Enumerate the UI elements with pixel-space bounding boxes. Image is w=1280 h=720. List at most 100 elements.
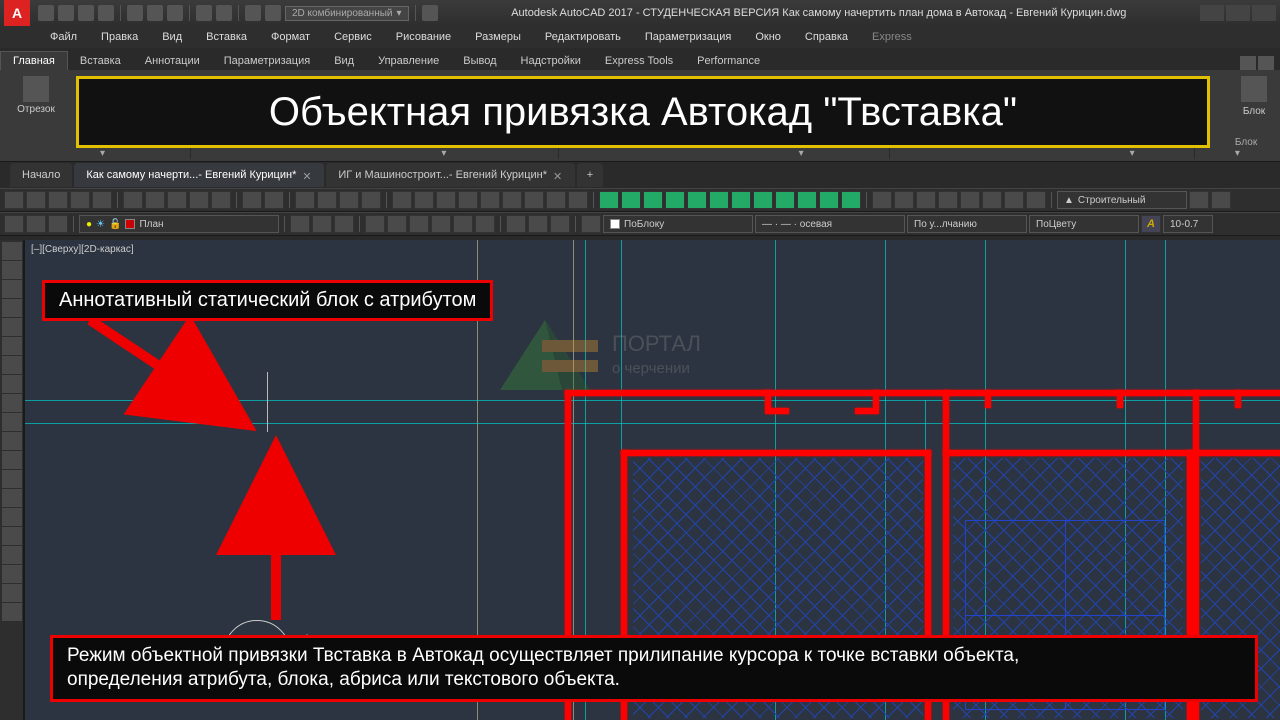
tool-icon[interactable] bbox=[546, 191, 566, 209]
doc-tab-new[interactable]: + bbox=[577, 163, 603, 187]
layer-icon[interactable] bbox=[26, 215, 46, 233]
menu-modify[interactable]: Редактировать bbox=[535, 29, 631, 45]
draw-hatch-icon[interactable] bbox=[2, 508, 22, 526]
draw-line-icon[interactable] bbox=[2, 242, 22, 260]
tool-icon[interactable] bbox=[1004, 191, 1024, 209]
tool-icon[interactable] bbox=[189, 191, 209, 209]
scale-combo[interactable]: 10-0.7 bbox=[1163, 215, 1213, 233]
workspace-dropdown[interactable]: 2D комбинированный▾ bbox=[285, 6, 409, 21]
qat-preview-icon[interactable] bbox=[216, 5, 232, 21]
line-button[interactable] bbox=[23, 76, 49, 102]
ribbon-min-icon[interactable] bbox=[1240, 56, 1256, 70]
dim-icon[interactable] bbox=[687, 191, 707, 209]
tool-icon[interactable] bbox=[123, 191, 143, 209]
dim-icon[interactable] bbox=[599, 191, 619, 209]
dim-icon[interactable] bbox=[709, 191, 729, 209]
tool-icon[interactable] bbox=[872, 191, 892, 209]
tool-icon[interactable] bbox=[1189, 191, 1209, 209]
prop-icon[interactable] bbox=[581, 215, 601, 233]
ribbon-help-icon[interactable] bbox=[1258, 56, 1274, 70]
dim-icon[interactable] bbox=[621, 191, 641, 209]
tool-icon[interactable] bbox=[242, 191, 262, 209]
dim-icon[interactable] bbox=[775, 191, 795, 209]
ribbon-tab-view[interactable]: Вид bbox=[322, 52, 366, 70]
qat-print-icon[interactable] bbox=[196, 5, 212, 21]
annotative-toggle[interactable]: A bbox=[1141, 215, 1161, 233]
ribbon-tab-insert[interactable]: Вставка bbox=[68, 52, 133, 70]
layer-tool-icon[interactable] bbox=[334, 215, 354, 233]
menu-help[interactable]: Справка bbox=[795, 29, 858, 45]
tool-icon[interactable] bbox=[938, 191, 958, 209]
tool-icon[interactable] bbox=[70, 191, 90, 209]
layer-tool-icon[interactable] bbox=[453, 215, 473, 233]
qat-new-icon[interactable] bbox=[38, 5, 54, 21]
tool-icon[interactable] bbox=[167, 191, 187, 209]
ribbon-tab-addins[interactable]: Надстройки bbox=[509, 52, 593, 70]
qat-share-icon[interactable] bbox=[422, 5, 438, 21]
tool-icon[interactable] bbox=[458, 191, 478, 209]
draw-insert-icon[interactable] bbox=[2, 451, 22, 469]
layer-icon[interactable] bbox=[48, 215, 68, 233]
tool-icon[interactable] bbox=[392, 191, 412, 209]
layer-tool-icon[interactable] bbox=[506, 215, 526, 233]
draw-ellipsearc-icon[interactable] bbox=[2, 432, 22, 450]
draw-point-icon[interactable] bbox=[2, 489, 22, 507]
tool-icon[interactable] bbox=[524, 191, 544, 209]
qat-gear-icon[interactable] bbox=[265, 5, 281, 21]
draw-gradient-icon[interactable] bbox=[2, 527, 22, 545]
layer-tool-icon[interactable] bbox=[550, 215, 570, 233]
tool-icon[interactable] bbox=[502, 191, 522, 209]
maximize-button[interactable] bbox=[1226, 5, 1250, 21]
tool-icon[interactable] bbox=[916, 191, 936, 209]
draw-xline-icon[interactable] bbox=[2, 261, 22, 279]
qat-plot-icon[interactable] bbox=[127, 5, 143, 21]
tool-icon[interactable] bbox=[145, 191, 165, 209]
ribbon-tab-express[interactable]: Express Tools bbox=[593, 52, 685, 70]
menu-window[interactable]: Окно bbox=[745, 29, 791, 45]
dim-icon[interactable] bbox=[841, 191, 861, 209]
viewport-controls[interactable]: [–][Сверху][2D-каркас] bbox=[31, 244, 134, 255]
app-logo[interactable]: A bbox=[4, 0, 30, 26]
qat-props-icon[interactable] bbox=[245, 5, 261, 21]
tool-icon[interactable] bbox=[264, 191, 284, 209]
dim-icon[interactable] bbox=[797, 191, 817, 209]
close-button[interactable] bbox=[1252, 5, 1276, 21]
tool-icon[interactable] bbox=[361, 191, 381, 209]
ribbon-tab-parametric[interactable]: Параметризация bbox=[212, 52, 322, 70]
tool-icon[interactable] bbox=[211, 191, 231, 209]
ribbon-tab-output[interactable]: Вывод bbox=[451, 52, 508, 70]
draw-block-icon[interactable] bbox=[2, 470, 22, 488]
dim-icon[interactable] bbox=[753, 191, 773, 209]
layer-tool-icon[interactable] bbox=[312, 215, 332, 233]
tool-icon[interactable] bbox=[1026, 191, 1046, 209]
tool-icon[interactable] bbox=[436, 191, 456, 209]
menu-file[interactable]: Файл bbox=[40, 29, 87, 45]
tool-icon[interactable] bbox=[92, 191, 112, 209]
layer-tool-icon[interactable] bbox=[528, 215, 548, 233]
dim-icon[interactable] bbox=[731, 191, 751, 209]
plotstyle-combo[interactable]: ПоЦвету bbox=[1029, 215, 1139, 233]
draw-region-icon[interactable] bbox=[2, 546, 22, 564]
tool-icon[interactable] bbox=[982, 191, 1002, 209]
menu-insert[interactable]: Вставка bbox=[196, 29, 257, 45]
layer-tool-icon[interactable] bbox=[431, 215, 451, 233]
close-icon[interactable]: ✕ bbox=[553, 170, 563, 180]
tool-icon[interactable] bbox=[480, 191, 500, 209]
close-icon[interactable]: ✕ bbox=[302, 170, 312, 180]
block-insert-button[interactable] bbox=[1241, 76, 1267, 102]
layer-tool-icon[interactable] bbox=[365, 215, 385, 233]
qat-undo-icon[interactable] bbox=[147, 5, 163, 21]
qat-redo-icon[interactable] bbox=[167, 5, 183, 21]
dim-icon[interactable] bbox=[665, 191, 685, 209]
layer-tool-icon[interactable] bbox=[409, 215, 429, 233]
tool-icon[interactable] bbox=[26, 191, 46, 209]
draw-circle-icon[interactable] bbox=[2, 356, 22, 374]
doc-tab-2[interactable]: ИГ и Машиностроит...- Евгений Курицин*✕ bbox=[326, 163, 575, 187]
menu-parametric[interactable]: Параметризация bbox=[635, 29, 741, 45]
tool-icon[interactable] bbox=[48, 191, 68, 209]
dim-icon[interactable] bbox=[643, 191, 663, 209]
qat-open-icon[interactable] bbox=[58, 5, 74, 21]
layer-tool-icon[interactable] bbox=[475, 215, 495, 233]
ribbon-tab-home[interactable]: Главная bbox=[0, 51, 68, 70]
draw-spline-icon[interactable] bbox=[2, 394, 22, 412]
